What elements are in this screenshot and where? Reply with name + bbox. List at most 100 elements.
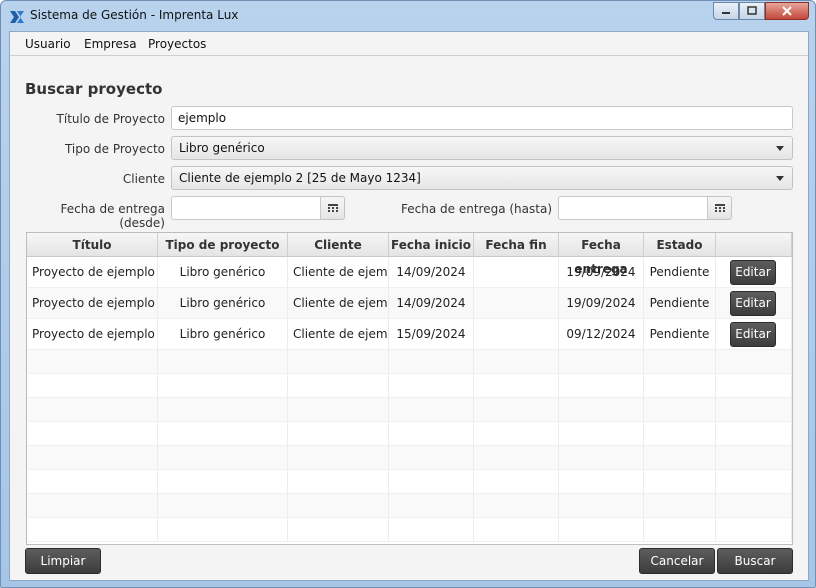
edit-button[interactable]: Editar (730, 260, 776, 285)
cell-text: Proyecto de ejemplo 2 (32, 296, 158, 310)
column-header-tipo[interactable]: Tipo de proyecto (158, 233, 288, 257)
table-cell-tipo: Libro genérico (158, 288, 288, 318)
column-header-fecha-entrega[interactable]: Fecha entrega (559, 233, 644, 276)
column-header-fecha-inicio[interactable]: Fecha inicio (389, 233, 474, 257)
table-cell-fin (474, 350, 559, 373)
fecha-desde-input[interactable] (171, 196, 321, 220)
table-cell-entrega (559, 350, 644, 373)
table-cell-cliente (288, 518, 389, 541)
table-cell-cliente (288, 422, 389, 445)
table-cell-titulo (27, 446, 158, 469)
cancelar-button[interactable]: Cancelar (639, 548, 715, 574)
fecha-hasta-picker (558, 196, 732, 220)
limpiar-button[interactable]: Limpiar (25, 548, 101, 574)
column-header-titulo[interactable]: Título (27, 233, 158, 257)
table-row (27, 422, 792, 446)
buscar-button[interactable]: Buscar (717, 548, 793, 574)
table-cell-cliente (288, 494, 389, 517)
table-cell-titulo (27, 422, 158, 445)
table-cell-cliente (288, 350, 389, 373)
table-cell-accion (716, 350, 792, 373)
menu-bar: Usuario Empresa Proyectos (10, 32, 808, 56)
title-bar[interactable]: Sistema de Gestión - Imprenta Lux (1, 1, 815, 31)
table-cell-accion (716, 398, 792, 421)
titulo-label: Título de Proyecto (56, 112, 165, 126)
cell-text: Libro genérico (179, 327, 266, 341)
table-cell-entrega (559, 398, 644, 421)
fecha-hasta-calendar-button[interactable] (708, 196, 732, 220)
table-row[interactable]: Proyecto de ejemplo 6 Libro genérico Clien… (27, 319, 792, 350)
projects-table: Título Tipo de proyecto Cliente Fecha in… (26, 232, 793, 545)
cell-text: 15/09/2024 (396, 327, 466, 341)
cell-text: Libro genérico (179, 265, 266, 279)
table-cell-inicio (389, 350, 474, 373)
fecha-desde-label: Fecha de entrega (desde) (60, 202, 165, 230)
cliente-select[interactable]: Cliente de ejemplo 2 [25 de Mayo 1234] (171, 166, 793, 190)
table-cell-estado (644, 470, 716, 493)
cell-text: Proyecto de ejemplo 6 (32, 327, 158, 341)
app-window: Sistema de Gestión - Imprenta Lux Usuari… (0, 0, 816, 588)
table-cell-entrega (559, 494, 644, 517)
cell-text: Libro genérico (179, 296, 266, 310)
titulo-input[interactable]: ejemplo (171, 106, 793, 130)
table-cell-tipo: Libro genérico (158, 257, 288, 287)
cell-text: Pendiente (649, 327, 710, 341)
table-cell-fin (474, 398, 559, 421)
calendar-icon (714, 203, 725, 212)
table-row (27, 494, 792, 518)
edit-button[interactable]: Editar (730, 291, 776, 316)
client-area: Usuario Empresa Proyectos Buscar proyect… (9, 31, 809, 581)
table-row (27, 446, 792, 470)
table-cell-accion: Editar (716, 319, 792, 349)
table-cell-tipo (158, 350, 288, 373)
table-cell-tipo (158, 518, 288, 541)
table-cell-fin (474, 288, 559, 318)
edit-button[interactable]: Editar (730, 322, 776, 347)
menu-proyectos[interactable]: Proyectos (148, 37, 206, 51)
table-cell-accion (716, 422, 792, 445)
close-button[interactable] (765, 2, 809, 20)
minimize-button[interactable] (713, 2, 739, 20)
table-cell-tipo (158, 374, 288, 397)
table-cell-titulo (27, 350, 158, 373)
fecha-desde-calendar-button[interactable] (321, 196, 345, 220)
table-row (27, 350, 792, 374)
column-header-accion[interactable] (716, 233, 792, 257)
table-header: Título Tipo de proyecto Cliente Fecha in… (27, 233, 792, 276)
table-cell-inicio: 14/09/2024 (389, 288, 474, 318)
menu-empresa[interactable]: Empresa (84, 37, 137, 51)
table-cell-accion (716, 494, 792, 517)
tipo-select[interactable]: Libro genérico (171, 136, 793, 160)
table-row[interactable]: Proyecto de ejemplo 2 Libro genérico Clien… (27, 288, 792, 319)
table-cell-accion (716, 446, 792, 469)
table-row[interactable]: Proyecto de ejemplo 1 Libro genérico Clien… (27, 257, 792, 288)
table-cell-inicio (389, 422, 474, 445)
table-cell-entrega (559, 518, 644, 541)
cell-text: Proyecto de ejemplo 1 (32, 265, 158, 279)
table-cell-cliente (288, 398, 389, 421)
table-cell-titulo: Proyecto de ejemplo 2 (27, 288, 158, 318)
cell-text: Cliente de ejem... (293, 265, 389, 279)
maximize-button[interactable] (739, 2, 765, 20)
column-header-fecha-fin[interactable]: Fecha fin (474, 233, 559, 257)
close-icon (782, 6, 792, 16)
table-cell-entrega (559, 446, 644, 469)
table-row (27, 374, 792, 398)
table-cell-entrega (559, 470, 644, 493)
menu-usuario[interactable]: Usuario (25, 37, 71, 51)
fecha-hasta-input[interactable] (558, 196, 708, 220)
column-header-cliente[interactable]: Cliente (288, 233, 389, 257)
table-cell-inicio (389, 398, 474, 421)
maximize-icon (747, 6, 757, 15)
cell-text: Pendiente (649, 296, 710, 310)
table-cell-titulo: Proyecto de ejemplo 1 (27, 257, 158, 287)
table-cell-fin (474, 494, 559, 517)
table-cell-entrega: 19/09/2024 (559, 288, 644, 318)
table-cell-estado (644, 422, 716, 445)
table-cell-tipo (158, 470, 288, 493)
column-header-estado[interactable]: Estado (644, 233, 716, 257)
chevron-down-icon (776, 176, 784, 181)
tipo-label: Tipo de Proyecto (64, 142, 165, 156)
cliente-select-value: Cliente de ejemplo 2 [25 de Mayo 1234] (179, 171, 421, 185)
table-row (27, 470, 792, 494)
